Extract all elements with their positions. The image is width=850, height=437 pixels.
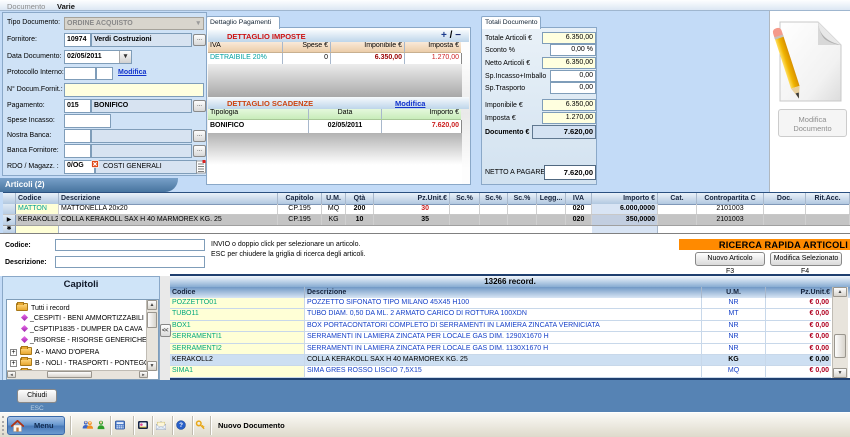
svg-text:?: ? (179, 422, 183, 429)
